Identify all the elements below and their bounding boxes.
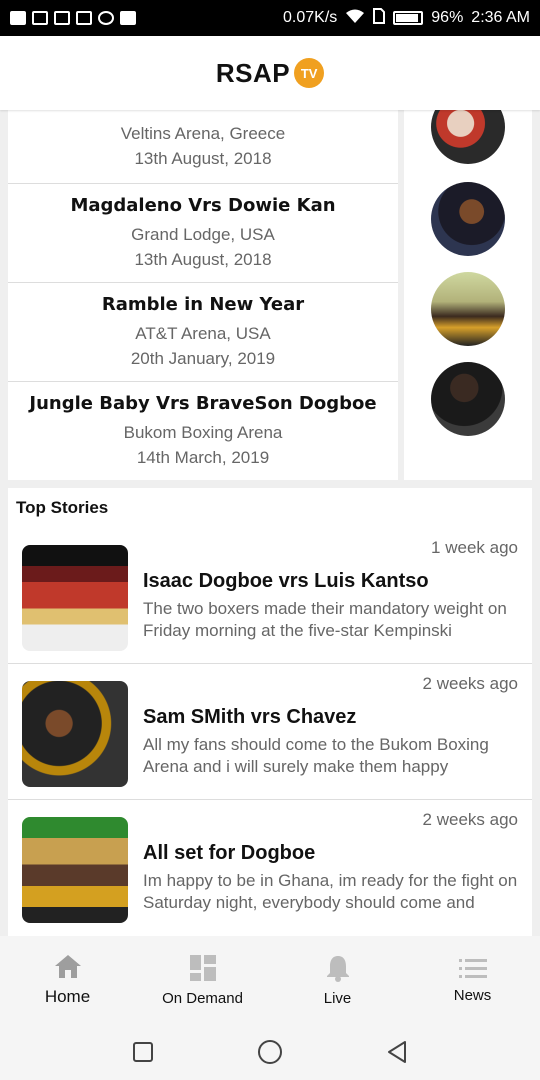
event-title: Ramble in New Year (101, 293, 305, 315)
story-time: 2 weeks ago (422, 674, 518, 693)
event-date: 20th January, 2019 (130, 348, 276, 368)
sim-icon (373, 7, 386, 29)
wifi-icon (345, 8, 365, 29)
story-thumbnail (22, 681, 128, 787)
home-button[interactable] (257, 1039, 283, 1065)
bottom-navigation: Home On Demand Live News (0, 936, 540, 1024)
story-item[interactable]: 2 weeks ago Sam SMith vrs Chavez All my … (8, 664, 532, 800)
story-summary: All my fans should come to the Bukom Box… (143, 735, 489, 776)
nav-label: Live (323, 989, 352, 1007)
gmail-icon (76, 11, 92, 25)
bell-icon (325, 954, 351, 982)
list-icon (458, 957, 488, 979)
event-item[interactable]: Veltins Arena, Greece 13th August, 2018 (8, 110, 398, 184)
event-thumbnail[interactable] (431, 362, 505, 436)
back-button[interactable] (386, 1040, 408, 1064)
notification-icons (10, 11, 136, 25)
nav-live[interactable]: Live (270, 936, 405, 1024)
story-title: All set for Dogboe (143, 842, 316, 864)
image-icon (32, 11, 48, 25)
app-logo[interactable]: RSAP TV (215, 57, 325, 89)
event-date: 14th March, 2019 (136, 448, 270, 467)
event-date: 13th August, 2018 (134, 249, 272, 269)
event-title: Magdaleno Vrs Dowie Kan (70, 194, 336, 216)
nav-on-demand[interactable]: On Demand (135, 936, 270, 1024)
home-icon (53, 953, 83, 979)
nav-news[interactable]: News (405, 936, 540, 1024)
battery-icon (393, 11, 424, 25)
story-title: Isaac Dogboe vrs Luis Kantso (143, 570, 429, 592)
nav-home[interactable]: Home (0, 936, 135, 1024)
events-card: Veltins Arena, Greece 13th August, 2018 … (8, 110, 532, 480)
logo-text: RSAP (215, 57, 291, 88)
story-item[interactable]: 1 week ago Isaac Dogboe vrs Luis Kantso … (8, 528, 532, 664)
story-item[interactable]: 2 weeks ago All set for Dogboe Im happy … (8, 800, 532, 936)
system-navigation-bar (0, 1024, 540, 1080)
app-header: RSAP TV (0, 36, 540, 110)
event-thumbnail[interactable] (431, 272, 505, 346)
event-venue: Veltins Arena, Greece (120, 124, 286, 143)
event-title: Jungle Baby Vrs BraveSon Dogboe (29, 393, 377, 414)
event-venue: AT&T Arena, USA (135, 323, 271, 343)
network-speed: 0.07K/s (283, 9, 338, 26)
section-heading: Top Stories (16, 498, 109, 517)
event-venue: Bukom Boxing Arena (123, 423, 283, 442)
top-stories-section: Top Stories 1 week ago Isaac Dogboe vrs … (8, 488, 532, 936)
nav-label: Home (44, 987, 91, 1006)
story-time: 2 weeks ago (422, 810, 518, 829)
story-title: Sam SMith vrs Chavez (143, 706, 357, 728)
recents-button[interactable] (132, 1041, 154, 1063)
nav-label: News (453, 986, 492, 1004)
dashboard-icon (189, 954, 217, 982)
facebook-icon (10, 11, 26, 25)
logo-badge: TV (294, 58, 325, 88)
event-item[interactable]: Jungle Baby Vrs BraveSon Dogboe Bukom Bo… (8, 382, 398, 480)
event-venue: Grand Lodge, USA (131, 224, 275, 244)
nav-label: On Demand (162, 989, 243, 1007)
story-summary: The two boxers made their mandatory weig… (143, 599, 507, 640)
shirt-icon (54, 11, 70, 25)
story-time: 1 week ago (431, 538, 518, 557)
event-thumbnail[interactable] (431, 182, 505, 256)
event-item[interactable]: Magdaleno Vrs Dowie Kan Grand Lodge, USA… (8, 184, 398, 283)
story-summary: Im happy to be in Ghana, im ready for th… (143, 871, 518, 912)
youtube-icon (120, 11, 136, 25)
clock: 2:36 AM (471, 9, 530, 26)
battery-percent: 96% (431, 9, 464, 26)
chat-icon (98, 11, 114, 25)
event-thumbnail[interactable] (431, 110, 505, 164)
story-thumbnail (22, 545, 128, 651)
event-date: 13th August, 2018 (134, 149, 272, 168)
event-thumbnails (404, 110, 532, 480)
event-item[interactable]: Ramble in New Year AT&T Arena, USA 20th … (8, 283, 398, 382)
story-thumbnail (22, 817, 128, 923)
events-list: Veltins Arena, Greece 13th August, 2018 … (8, 110, 398, 480)
status-bar: 0.07K/s 96% 2:36 AM (0, 0, 540, 36)
